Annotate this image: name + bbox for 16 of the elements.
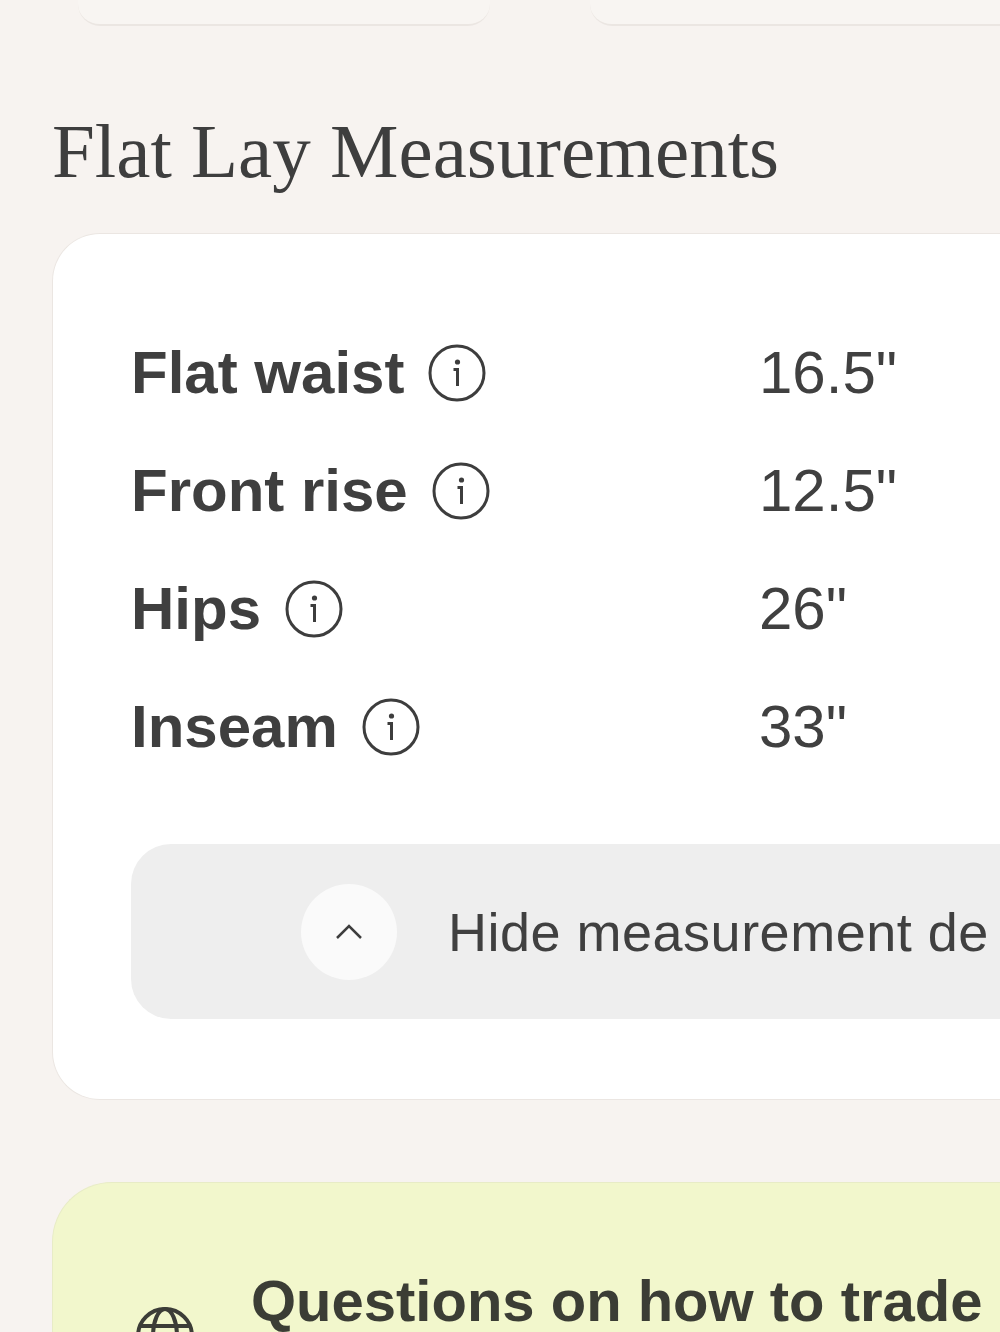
measurement-value: 33" <box>759 692 849 762</box>
measurement-label: Flat waist <box>131 338 405 408</box>
info-icon[interactable] <box>431 462 490 520</box>
info-icon[interactable] <box>428 344 487 402</box>
info-icon[interactable] <box>285 580 344 638</box>
info-icon[interactable] <box>361 698 420 756</box>
measurement-value: 12.5" <box>759 456 899 526</box>
measurement-value: 16.5" <box>759 338 899 408</box>
measurement-label: Front rise <box>131 456 408 526</box>
hide-measurements-button[interactable]: Hide measurement de <box>131 844 1000 1019</box>
measurement-label: Inseam <box>131 692 338 762</box>
globe-icon <box>135 1306 195 1332</box>
measurement-label: Hips <box>131 574 262 644</box>
section-title: Flat Lay Measurements <box>52 107 781 196</box>
help-heading: Questions on how to trade <box>251 1272 983 1330</box>
measurement-value: 26" <box>759 574 849 644</box>
